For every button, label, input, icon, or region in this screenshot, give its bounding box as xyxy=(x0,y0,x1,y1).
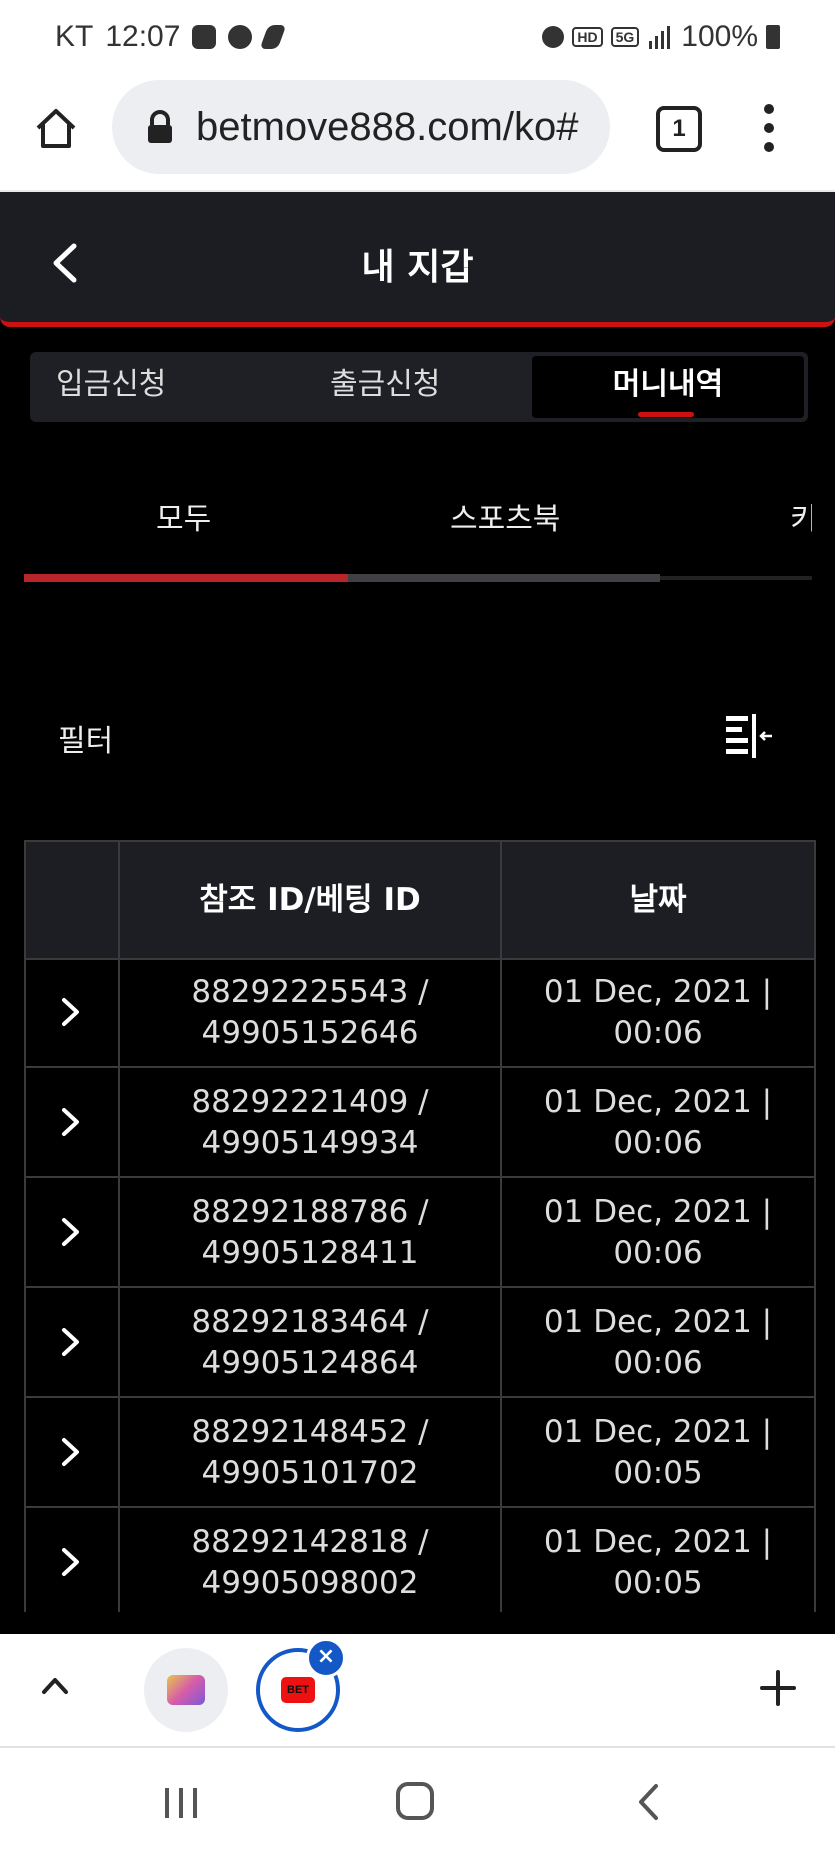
battery-percent: 100% xyxy=(681,20,758,53)
home-button-icon[interactable] xyxy=(396,1782,434,1820)
bet-id: 49905152646 xyxy=(201,1015,419,1051)
active-tab-indicator xyxy=(638,412,694,417)
system-back-icon[interactable] xyxy=(636,1782,660,1822)
open-tab-1[interactable] xyxy=(144,1648,228,1732)
clock: 12:07 xyxy=(105,20,181,53)
status-bar: KT 12:07 HD 5G 100% xyxy=(0,0,835,74)
bet-id: 49905124864 xyxy=(201,1345,419,1381)
home-icon[interactable] xyxy=(32,104,80,152)
table-row[interactable]: 88292142818 /49905098002 01 Dec, 2021 | 0… xyxy=(26,1508,814,1612)
ref-bet-id-cell: 88292188786 / 49905128411 xyxy=(120,1192,500,1274)
expand-chevron-icon[interactable] xyxy=(60,1216,82,1248)
date: 01 Dec, 2021 | xyxy=(543,974,773,1010)
date: 01 Dec, 2021 | xyxy=(543,1304,773,1340)
filter-label[interactable]: 필터 xyxy=(58,716,113,760)
browser-toolbar: betmove888.com/ko# 1 xyxy=(0,74,835,192)
table-row[interactable]: 88292148452 /49905101702 01 Dec, 2021 | 0… xyxy=(26,1398,814,1508)
table-header: 참조 ID/베팅 ID 날짜 xyxy=(26,842,814,960)
bet-id: 49905098002 xyxy=(201,1565,419,1601)
browser-bottom-bar: BET × xyxy=(0,1634,835,1748)
table-row[interactable]: 88292225543 /49905152646 01 Dec, 2021 | 0… xyxy=(26,958,814,1068)
alarm-icon xyxy=(542,26,565,48)
more-options-icon[interactable] xyxy=(760,104,778,154)
subtab-active-indicator xyxy=(24,574,348,582)
date-cell: 01 Dec, 2021 | 00:05 xyxy=(502,1412,814,1494)
subtab-sportsbook[interactable]: 스포츠북 xyxy=(450,494,560,538)
bet-favicon-icon: BET xyxy=(281,1677,315,1703)
bet-id: 49905149934 xyxy=(201,1125,419,1161)
date-cell: 01 Dec, 2021 | 00:05 xyxy=(502,1522,814,1604)
ref-id: 88292142818 / xyxy=(191,1524,429,1560)
subtab-casino-partial[interactable]: 키 xyxy=(790,494,812,538)
lock-icon xyxy=(148,110,172,143)
naver-notification-icon xyxy=(192,25,217,49)
time: 00:06 xyxy=(613,1125,703,1161)
money-history-table: 참조 ID/베팅 ID 날짜 88292225543 /49905152646 … xyxy=(24,840,816,1612)
carrier: KT xyxy=(55,20,94,53)
new-tab-plus-icon[interactable] xyxy=(758,1668,798,1708)
date-cell: 01 Dec, 2021 | 00:06 xyxy=(502,1302,814,1384)
tab-withdraw[interactable]: 출금신청 xyxy=(330,352,440,422)
app-header: 내 지갑 xyxy=(0,192,835,327)
close-tab-icon[interactable]: × xyxy=(306,1638,346,1678)
chat-notification-icon xyxy=(228,25,253,49)
table-row[interactable]: 88292183464 /49905124864 01 Dec, 2021 | 0… xyxy=(26,1288,814,1398)
ref-bet-id-cell: 88292221409 / 49905149934 xyxy=(120,1082,500,1164)
expand-chevron-icon[interactable] xyxy=(60,996,82,1028)
time: 00:06 xyxy=(613,1015,703,1051)
tab-deposit[interactable]: 입금신청 xyxy=(56,352,166,422)
expand-chevron-icon[interactable] xyxy=(60,1546,82,1578)
date: 01 Dec, 2021 | xyxy=(543,1194,773,1230)
ref-bet-id-cell: 88292148452 / 49905101702 xyxy=(120,1412,500,1494)
table-row[interactable]: 88292221409 /49905149934 01 Dec, 2021 | 0… xyxy=(26,1068,814,1178)
time: 00:06 xyxy=(613,1235,703,1271)
hd-voice-icon: HD xyxy=(572,27,603,47)
ref-id: 88292221409 / xyxy=(191,1084,429,1120)
ref-bet-id-cell: 88292142818 / 49905098002 xyxy=(120,1522,500,1604)
table-row[interactable]: 88292188786 /49905128411 01 Dec, 2021 | 0… xyxy=(26,1178,814,1288)
time: 00:05 xyxy=(613,1455,703,1491)
date-cell: 01 Dec, 2021 | 00:06 xyxy=(502,1082,814,1164)
status-left: KT 12:07 xyxy=(55,20,287,54)
date-cell: 01 Dec, 2021 | 00:06 xyxy=(502,1192,814,1274)
recent-apps-icon[interactable] xyxy=(162,1786,200,1820)
tab-switcher-button[interactable]: 1 xyxy=(656,106,702,152)
filter-toggle-icon[interactable] xyxy=(724,712,780,760)
ref-bet-id-cell: 88292225543 / 49905152646 xyxy=(120,972,500,1054)
column-header-date: 날짜 xyxy=(629,882,687,918)
expand-chevron-icon[interactable] xyxy=(60,1106,82,1138)
ref-id: 88292148452 / xyxy=(191,1414,429,1450)
subtab-all[interactable]: 모두 xyxy=(156,494,211,538)
address-bar[interactable]: betmove888.com/ko# xyxy=(112,80,610,174)
system-navigation-bar xyxy=(0,1748,835,1856)
time: 00:05 xyxy=(613,1565,703,1601)
battery-icon xyxy=(766,25,780,49)
page-title: 내 지갑 xyxy=(361,247,474,288)
status-right: HD 5G 100% xyxy=(542,20,780,54)
tab-money-history[interactable]: 머니내역 xyxy=(532,356,804,418)
site-favicon-icon xyxy=(167,1675,205,1705)
signal-icon xyxy=(649,26,671,49)
expand-chevron-icon[interactable] xyxy=(60,1326,82,1358)
url-text: betmove888.com/ko# xyxy=(196,104,579,149)
time: 00:06 xyxy=(613,1345,703,1381)
expand-chevron-icon[interactable] xyxy=(60,1436,82,1468)
bet-id: 49905101702 xyxy=(201,1455,419,1491)
date-cell: 01 Dec, 2021 | 00:06 xyxy=(502,972,814,1054)
ref-bet-id-cell: 88292183464 / 49905124864 xyxy=(120,1302,500,1384)
date: 01 Dec, 2021 | xyxy=(543,1084,773,1120)
date: 01 Dec, 2021 | xyxy=(543,1414,773,1450)
column-header-ref-id: 참조 ID/베팅 ID xyxy=(199,882,421,918)
network-type-icon: 5G xyxy=(610,27,640,47)
ref-id: 88292225543 / xyxy=(191,974,429,1010)
ref-id: 88292183464 / xyxy=(191,1304,429,1340)
chevron-up-icon[interactable] xyxy=(40,1674,70,1696)
app-notification-icon xyxy=(260,25,287,49)
date: 01 Dec, 2021 | xyxy=(543,1524,773,1560)
ref-id: 88292188786 / xyxy=(191,1194,429,1230)
bet-id: 49905128411 xyxy=(201,1235,419,1271)
